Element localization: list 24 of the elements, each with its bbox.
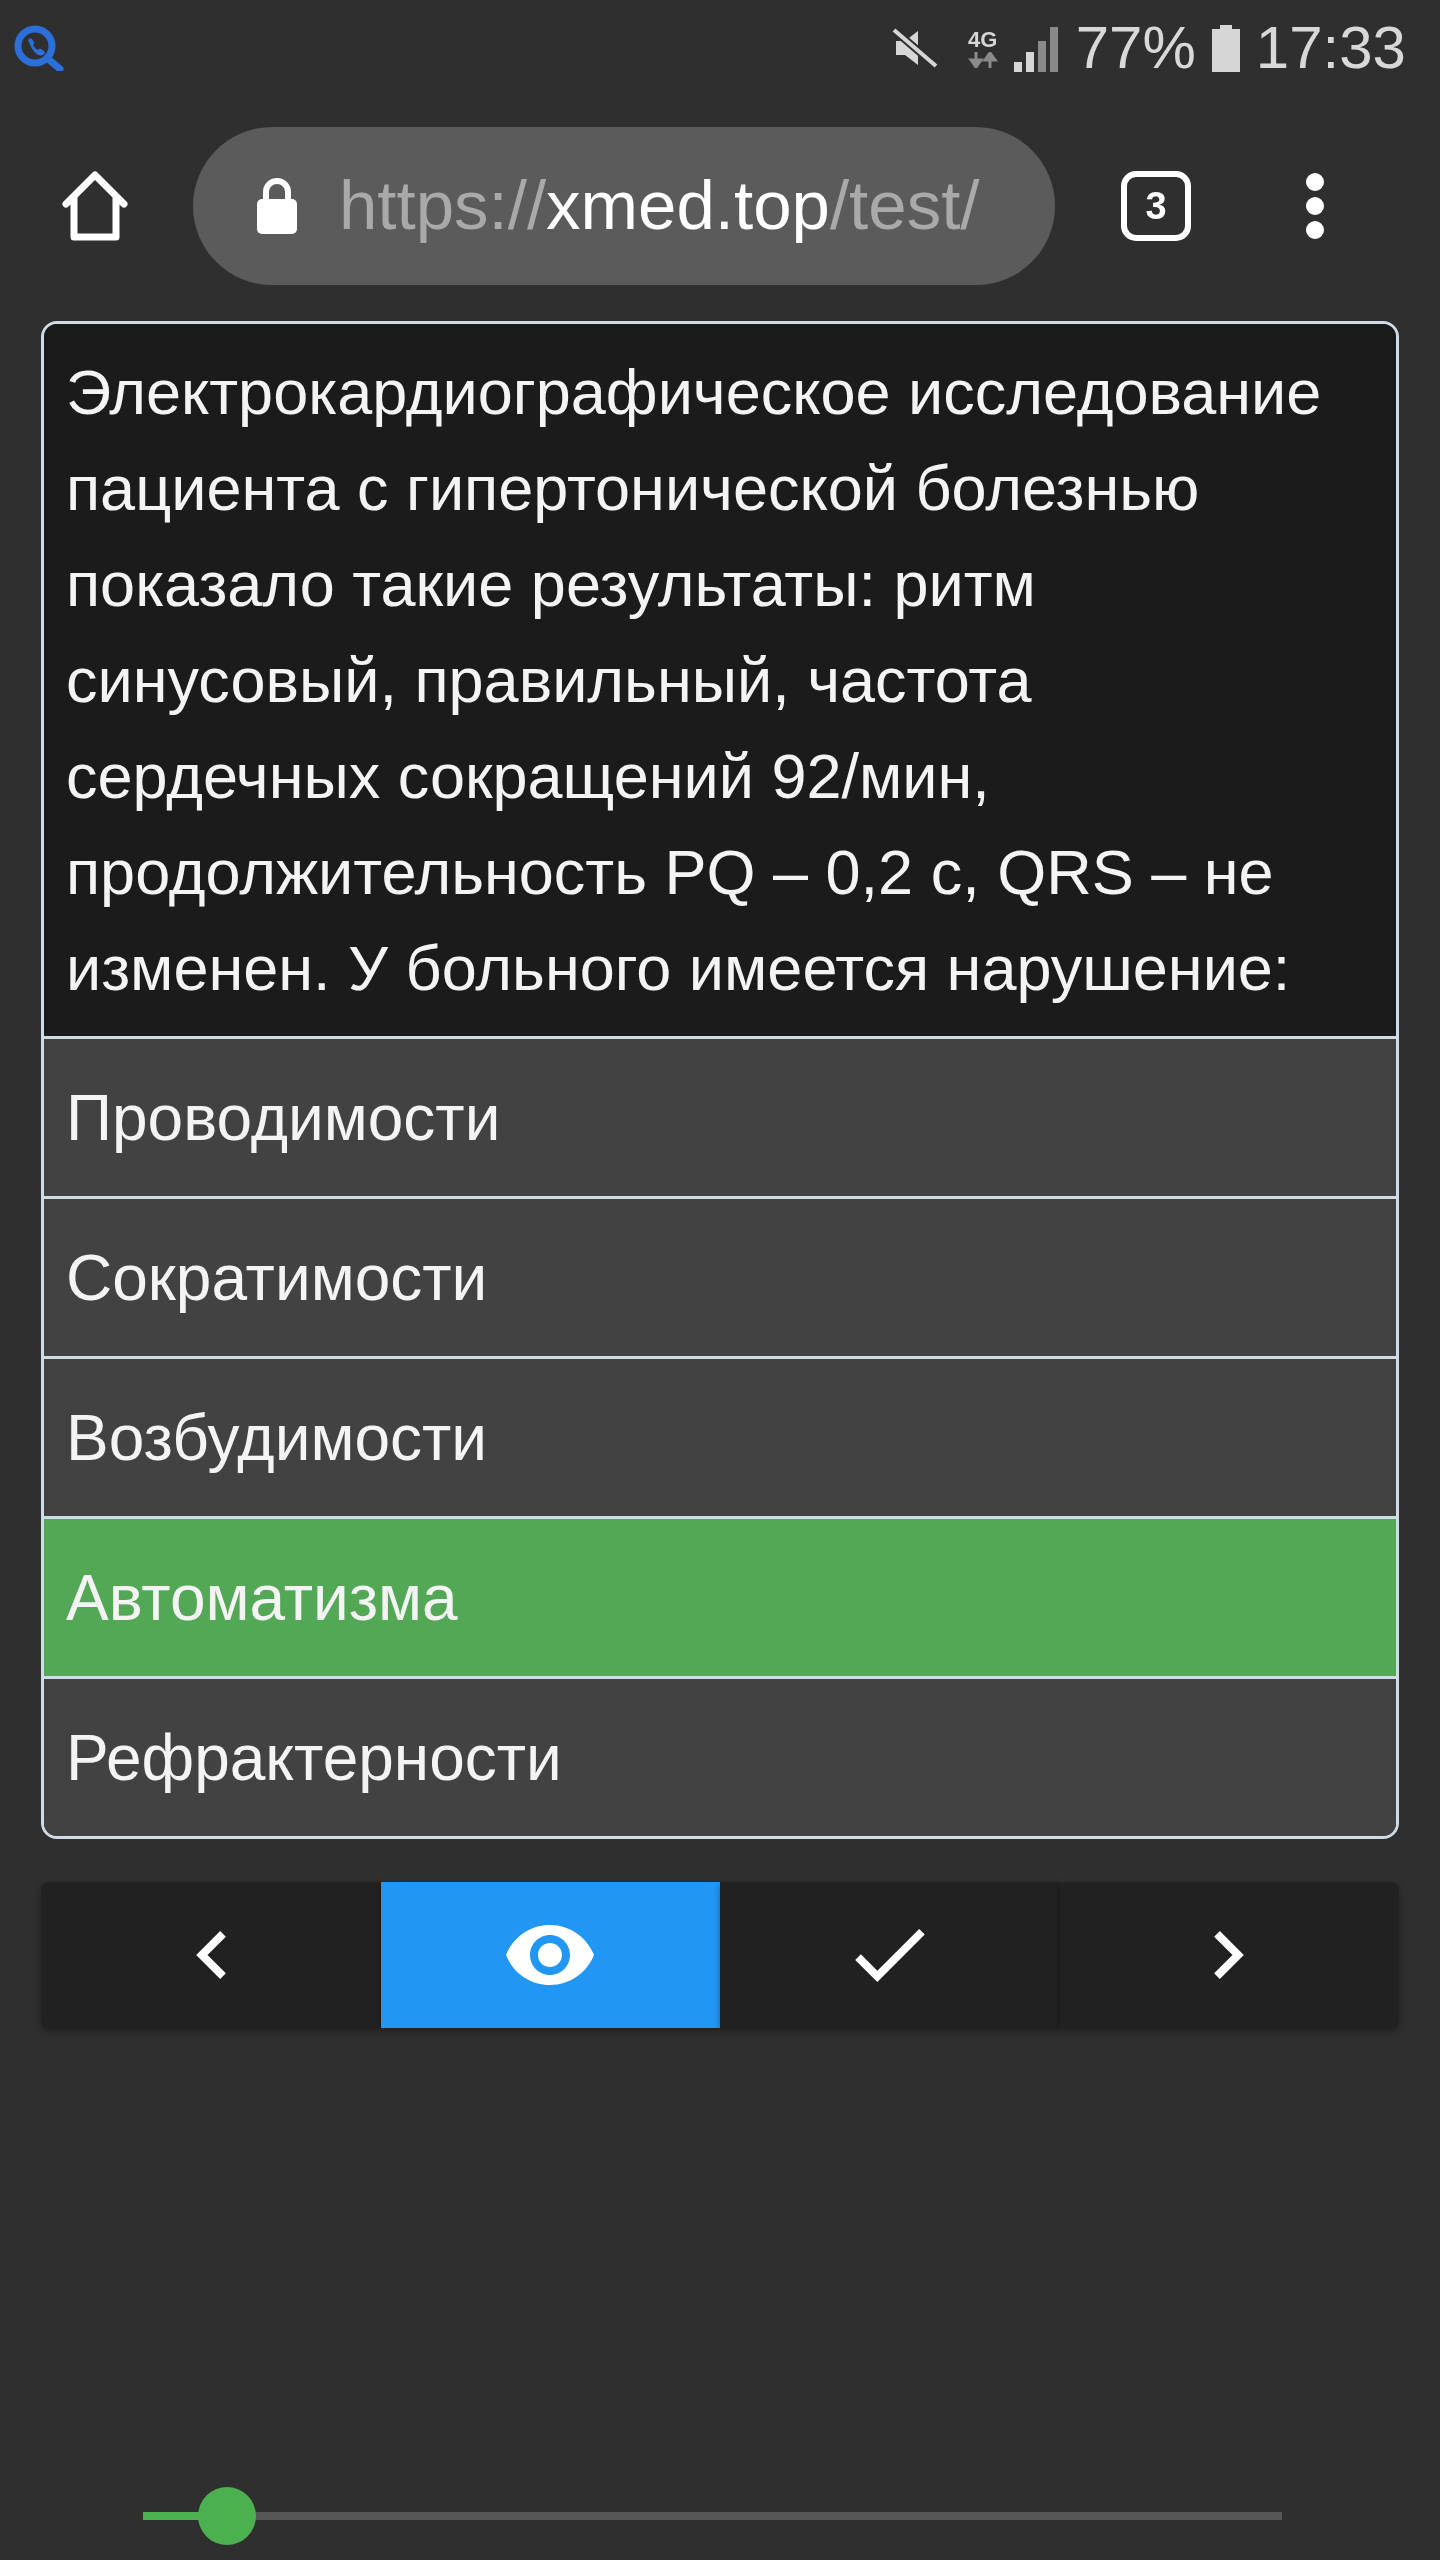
eye-icon	[506, 1925, 595, 1985]
muted-speaker-icon	[891, 28, 938, 68]
lock-icon	[255, 178, 299, 234]
chevron-right-icon	[1214, 1931, 1245, 1979]
home-icon[interactable]	[59, 170, 131, 242]
data-arrows-icon	[967, 52, 998, 68]
answer-option[interactable]: Сократимости	[44, 1196, 1396, 1356]
show-answer-button[interactable]	[380, 1882, 720, 2028]
more-menu-icon[interactable]	[1305, 173, 1325, 239]
battery-percent: 77%	[1075, 13, 1196, 83]
chevron-left-icon	[195, 1931, 226, 1979]
clock-time: 17:33	[1255, 13, 1406, 83]
answer-option[interactable]: Возбудимости	[44, 1356, 1396, 1516]
network-type: 4G	[968, 28, 998, 52]
check-button[interactable]	[720, 1882, 1060, 2028]
answer-option[interactable]: Рефрактерности	[44, 1676, 1396, 1836]
answer-option[interactable]: Проводимости	[44, 1036, 1396, 1196]
address-field[interactable]: https://xmed.top/test/	[193, 127, 1055, 285]
battery-icon	[1209, 24, 1242, 72]
magnifier-icon	[14, 25, 64, 71]
check-icon	[854, 1928, 925, 1982]
question-text: Электрокардиографическое исследование пациента с гипертонической болезнью показало такие результаты: ритм синусовый, правильный, частота сердечных сокращений 92/мин, продолжительность PQ – 0,2 с, QRS – не изменен. У больного имеется нарушение:	[44, 324, 1396, 1036]
url-text: https://xmed.top/test/	[339, 166, 980, 246]
tab-switcher-button[interactable]: 3	[1121, 171, 1191, 241]
